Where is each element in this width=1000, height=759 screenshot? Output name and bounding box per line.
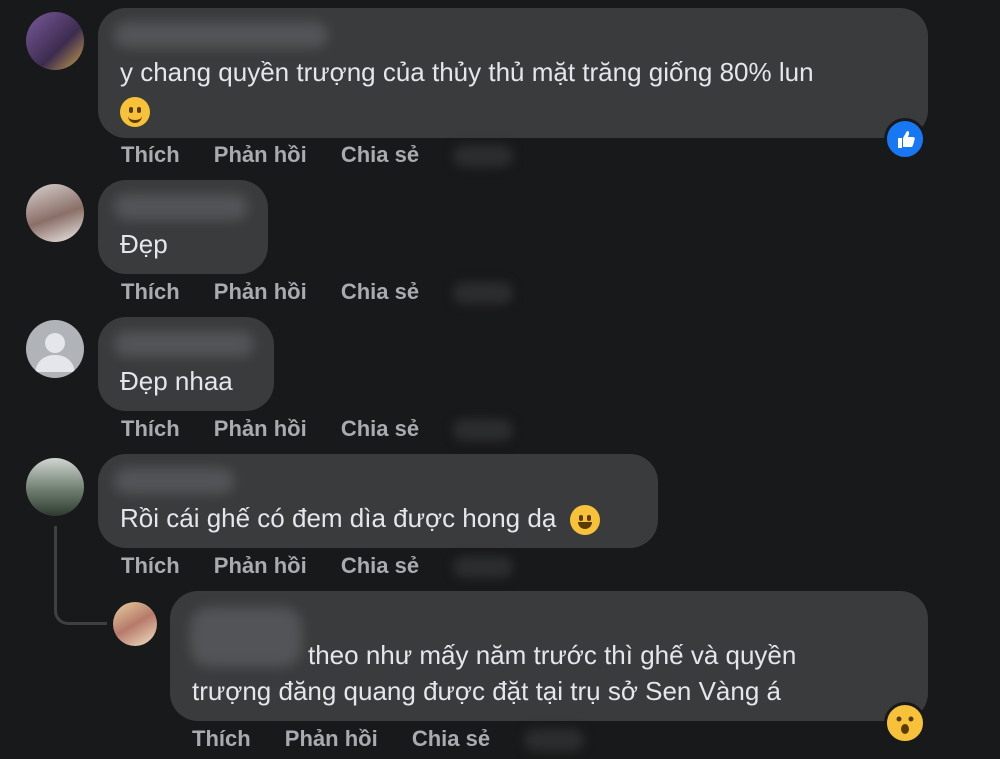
- laughing-emoji-icon: [569, 505, 600, 536]
- comment-text: y chang quyền trượng của thủy thủ mặt tr…: [120, 57, 814, 87]
- wow-icon[interactable]: [884, 702, 926, 744]
- reply-button[interactable]: Phản hồi: [214, 142, 307, 167]
- share-button[interactable]: Chia sẻ: [341, 553, 419, 578]
- comment-text: Đẹp nhaa: [120, 366, 233, 396]
- timestamp-blurred: [453, 145, 514, 168]
- like-button[interactable]: Thích: [121, 142, 180, 167]
- reply-button[interactable]: Phản hồi: [214, 416, 307, 441]
- avatar[interactable]: [26, 320, 84, 378]
- emoji-line: [120, 92, 150, 128]
- timestamp-blurred: [453, 419, 514, 442]
- avatar[interactable]: [26, 184, 84, 242]
- reply-button[interactable]: Phản hồi: [285, 726, 378, 751]
- author-name-blurred[interactable]: [114, 22, 328, 48]
- share-button[interactable]: Chia sẻ: [412, 726, 490, 751]
- smile-emoji-icon: [120, 97, 150, 128]
- like-button[interactable]: Thích: [121, 416, 180, 441]
- comment-actions: Thích Phản hồi Chia sẻ: [121, 279, 541, 305]
- timestamp-blurred: [524, 729, 585, 752]
- comment-actions: Thích Phản hồi Chia sẻ: [192, 726, 612, 752]
- like-button[interactable]: Thích: [192, 726, 251, 751]
- like-button[interactable]: Thích: [121, 279, 180, 304]
- author-name-blurred[interactable]: [190, 607, 302, 667]
- avatar[interactable]: [113, 602, 157, 646]
- share-button[interactable]: Chia sẻ: [341, 416, 419, 441]
- comment-text: Rồi cái ghế có đem dìa được hong dạ: [120, 503, 557, 533]
- comment-text-line1: theo như mấy năm trước thì ghế và quyền: [308, 640, 797, 670]
- author-name-blurred[interactable]: [114, 331, 254, 357]
- comment-actions: Thích Phản hồi Chia sẻ: [121, 416, 541, 442]
- comment-bubble: theo như mấy năm trước thì ghế và quyền …: [170, 591, 928, 721]
- comment-bubble: Đẹp nhaa: [98, 317, 274, 411]
- timestamp-blurred: [453, 282, 514, 305]
- comment-actions: Thích Phản hồi Chia sẻ: [121, 553, 541, 579]
- reply-button[interactable]: Phản hồi: [214, 553, 307, 578]
- like-icon[interactable]: [884, 118, 926, 160]
- timestamp-blurred: [453, 556, 514, 579]
- comment-bubble: Đẹp: [98, 180, 268, 274]
- like-button[interactable]: Thích: [121, 553, 180, 578]
- avatar[interactable]: [26, 12, 84, 70]
- share-button[interactable]: Chia sẻ: [341, 279, 419, 304]
- comment-bubble: y chang quyền trượng của thủy thủ mặt tr…: [98, 8, 928, 138]
- author-name-blurred[interactable]: [114, 468, 234, 494]
- comment-text-line2: trượng đăng quang được đặt tại trụ sở Se…: [192, 676, 781, 706]
- comment-text: Đẹp: [120, 229, 168, 259]
- avatar[interactable]: [26, 458, 84, 516]
- comment-actions: Thích Phản hồi Chia sẻ: [121, 142, 541, 168]
- comment-text-wrap: Rồi cái ghế có đem dìa được hong dạ: [120, 500, 600, 536]
- share-button[interactable]: Chia sẻ: [341, 142, 419, 167]
- comment-bubble: Rồi cái ghế có đem dìa được hong dạ: [98, 454, 658, 548]
- author-name-blurred[interactable]: [114, 194, 248, 220]
- reply-button[interactable]: Phản hồi: [214, 279, 307, 304]
- thread-connector: [54, 526, 107, 625]
